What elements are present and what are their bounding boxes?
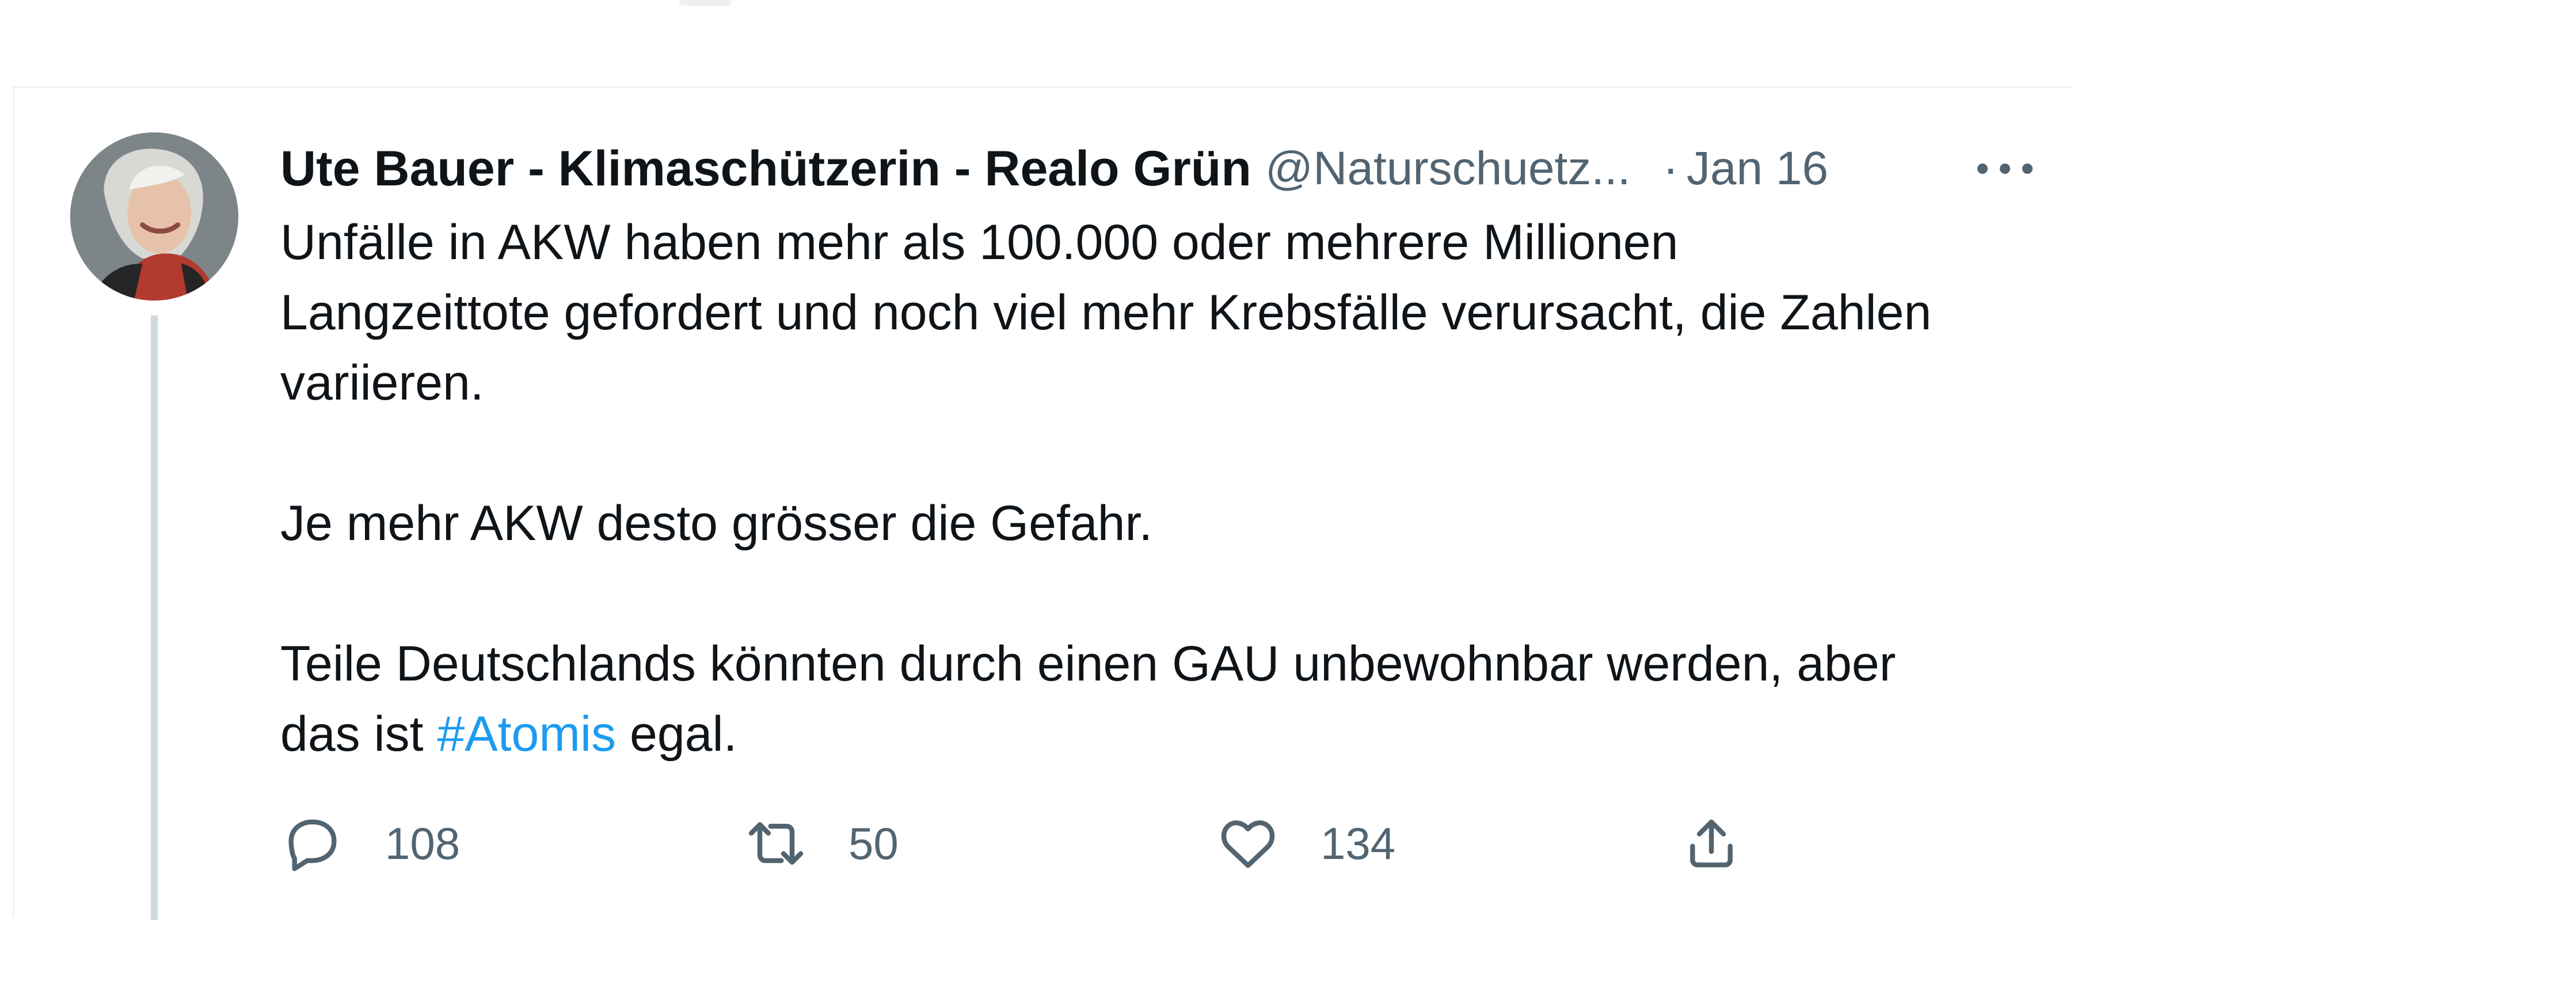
reply-button[interactable]: 108 <box>280 809 460 878</box>
body-line-1: Unfälle in AKW haben mehr als 100.000 od… <box>280 215 1679 270</box>
body-line-3: variieren. <box>280 355 484 410</box>
share-icon <box>1679 811 1744 876</box>
tweet-page: Ute Bauer - Klimaschützerin - Realo Grün… <box>0 0 2576 996</box>
previous-item-fragment <box>679 0 731 6</box>
body-line-6: Teile Deutschlands könnten durch einen G… <box>280 636 1896 691</box>
body-line-7: das ist #Atomis egal. <box>280 699 2076 769</box>
body-line-2: Langzeittote gefordert und noch viel meh… <box>280 285 1932 340</box>
user-handle[interactable]: @Naturschuetz... <box>1265 142 1631 196</box>
retweet-count: 50 <box>848 818 899 869</box>
retweet-icon <box>744 811 808 876</box>
tweet-body: Unfälle in AKW haben mehr als 100.000 od… <box>280 207 2076 769</box>
reply-count: 108 <box>385 818 461 869</box>
tweet-actions: 108 50 134 <box>280 809 1835 878</box>
body-paragraph-2: Je mehr AKW desto grösser die Gefahr. <box>280 496 1153 551</box>
display-name[interactable]: Ute Bauer - Klimaschützerin - Realo Grün <box>280 140 1251 197</box>
more-dot-3 <box>2022 164 2033 174</box>
like-button[interactable]: 134 <box>1216 809 1395 878</box>
tweet-date[interactable]: Jan 16 <box>1687 142 1828 196</box>
thread-line <box>151 315 158 920</box>
tweet-header: Ute Bauer - Klimaschützerin - Realo Grün… <box>280 137 2059 200</box>
share-button[interactable] <box>1679 809 1744 878</box>
body-line-7-suffix: egal. <box>616 706 737 762</box>
like-count: 134 <box>1321 818 1396 869</box>
more-dot-2 <box>2000 164 2010 174</box>
separator-dot: · <box>1662 142 1679 195</box>
heart-icon <box>1216 811 1280 876</box>
avatar[interactable] <box>70 132 238 301</box>
reply-icon <box>280 811 345 876</box>
more-horizontal-icon[interactable] <box>1977 149 2033 189</box>
hashtag-link[interactable]: #Atomis <box>437 706 616 762</box>
body-line-7-prefix: das ist <box>280 706 437 762</box>
more-dot-1 <box>1977 164 1988 174</box>
retweet-button[interactable]: 50 <box>744 809 899 878</box>
left-border <box>13 88 14 917</box>
